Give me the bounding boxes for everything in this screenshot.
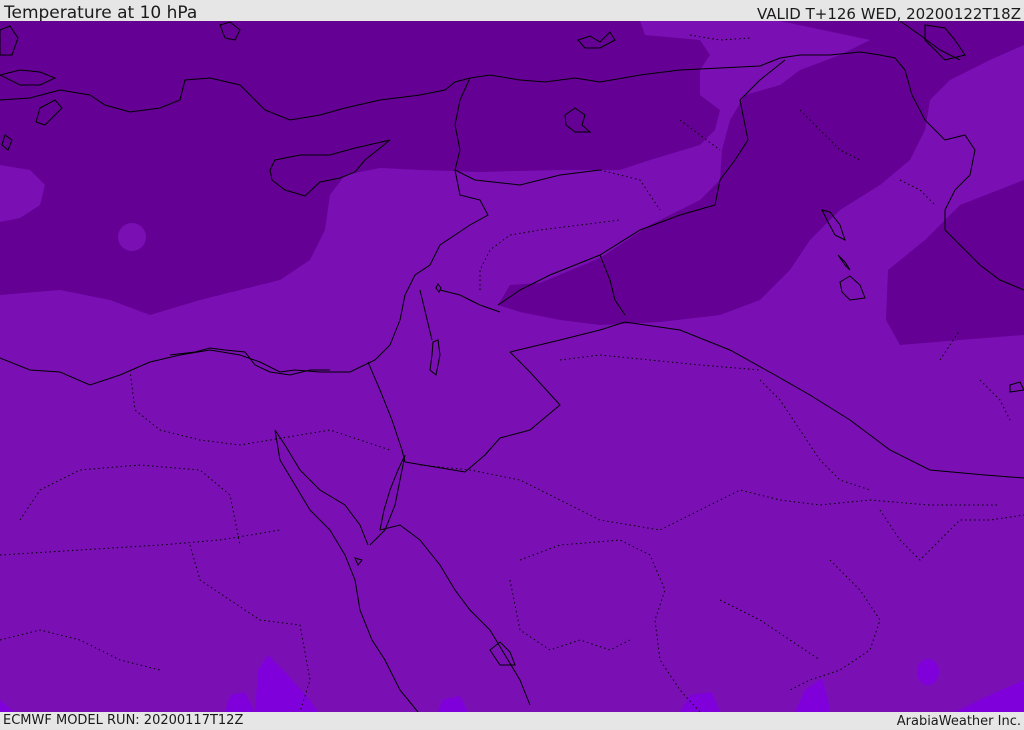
- header-bar: Temperature at 10 hPa VALID T+126 WED, 2…: [0, 0, 1024, 23]
- model-run-label: ECMWF MODEL RUN: 20200117T12Z: [3, 713, 244, 728]
- brand-label: ArabiaWeather Inc.: [896, 714, 1021, 729]
- weather-map[interactable]: [0, 21, 1024, 712]
- warm-patch-6: [917, 659, 939, 685]
- map-title: Temperature at 10 hPa: [4, 3, 198, 23]
- warm-spot: [118, 223, 146, 251]
- footer-bar: ECMWF MODEL RUN: 20200117T12Z ArabiaWeat…: [0, 712, 1024, 729]
- map-canvas: [0, 21, 1024, 712]
